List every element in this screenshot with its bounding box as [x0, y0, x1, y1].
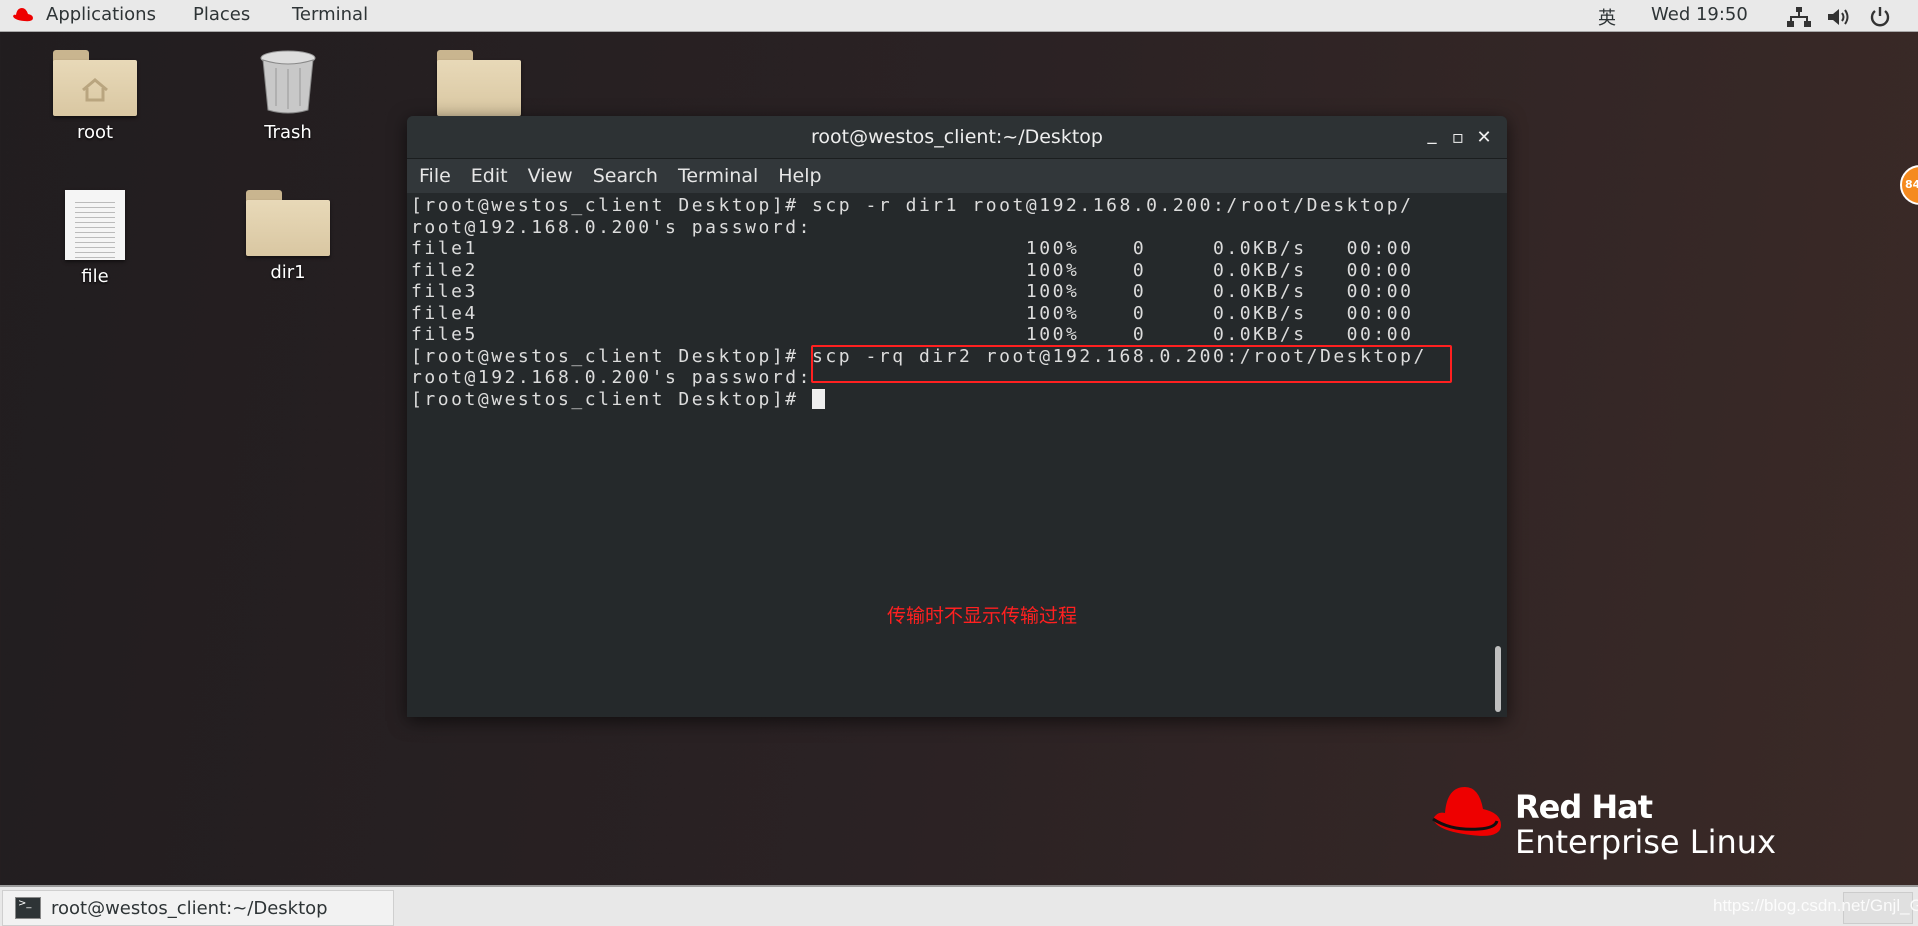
- taskbar-item-label: root@westos_client:~/Desktop: [51, 897, 328, 919]
- taskbar-item-terminal[interactable]: >_ root@westos_client:~/Desktop: [2, 890, 394, 926]
- places-menu[interactable]: Places: [193, 4, 250, 25]
- network-icon[interactable]: [1787, 7, 1811, 32]
- terminal-line: file1 100% 0 0.0KB/s 00:00: [411, 238, 1414, 259]
- menu-search[interactable]: Search: [593, 165, 658, 187]
- desktop-icon-file[interactable]: file: [25, 190, 165, 287]
- menu-terminal[interactable]: Terminal: [678, 165, 758, 187]
- clock[interactable]: Wed 19:50: [1651, 4, 1748, 25]
- terminal-line: file3 100% 0 0.0KB/s 00:00: [411, 281, 1414, 302]
- annotation-text: 传输时不显示传输过程: [886, 605, 1077, 627]
- menu-edit[interactable]: Edit: [471, 165, 508, 187]
- input-method-indicator[interactable]: 英: [1598, 4, 1616, 30]
- folder-icon: [437, 50, 521, 116]
- menu-file[interactable]: File: [419, 165, 451, 187]
- desktop-icon-folder[interactable]: [409, 50, 549, 116]
- redhat-icon: [12, 6, 34, 29]
- document-icon: [65, 190, 125, 260]
- menu-view[interactable]: View: [528, 165, 573, 187]
- trash-icon: [258, 50, 318, 116]
- power-icon[interactable]: [1869, 6, 1891, 33]
- menubar: File Edit View Search Terminal Help: [407, 159, 1507, 193]
- window-title: root@westos_client:~/Desktop: [811, 126, 1103, 148]
- bottom-panel: >_ root@westos_client:~/Desktop https://…: [0, 885, 1918, 926]
- terminal-prompt: [root@westos_client Desktop]#: [411, 388, 813, 410]
- highlight-box: [811, 345, 1452, 383]
- terminal-line: [root@westos_client Desktop]# scp -r dir…: [411, 195, 1414, 216]
- terminal-window[interactable]: root@westos_client:~/Desktop _ ▫ ✕ File …: [407, 116, 1507, 717]
- desktop-icon-root[interactable]: root: [25, 50, 165, 143]
- scrollbar[interactable]: [1495, 646, 1501, 712]
- applications-menu[interactable]: Applications: [46, 4, 156, 25]
- terminal-line: file5 100% 0 0.0KB/s 00:00: [411, 324, 1414, 345]
- terminal-icon: >_: [15, 897, 41, 919]
- desktop-icon-trash[interactable]: Trash: [218, 50, 358, 143]
- top-panel: Applications Places Terminal 英 Wed 19:50: [0, 0, 1918, 32]
- text-cursor: [812, 388, 826, 409]
- redhat-hat-icon: [1432, 787, 1501, 836]
- folder-icon: [246, 190, 330, 256]
- window-titlebar[interactable]: root@westos_client:~/Desktop _ ▫ ✕: [407, 116, 1507, 159]
- notification-badge[interactable]: 84: [1900, 165, 1918, 205]
- brand-line1: Red Hat: [1515, 788, 1653, 826]
- close-button[interactable]: ✕: [1469, 116, 1499, 159]
- terminal-line: file4 100% 0 0.0KB/s 00:00: [411, 302, 1414, 324]
- terminal-line: root@192.168.0.200's password:: [411, 216, 813, 238]
- home-folder-icon: [53, 50, 137, 116]
- terminal-app-menu[interactable]: Terminal: [292, 4, 368, 25]
- terminal-line: file2 100% 0 0.0KB/s 00:00: [411, 259, 1414, 281]
- watermark: https://blog.csdn.net/Gnjl_G: [1713, 896, 1918, 915]
- desktop-icon-dir1[interactable]: dir1: [218, 190, 358, 283]
- menu-help[interactable]: Help: [778, 165, 821, 187]
- brand-line2: Enterprise Linux: [1515, 823, 1776, 861]
- volume-icon[interactable]: [1828, 7, 1852, 32]
